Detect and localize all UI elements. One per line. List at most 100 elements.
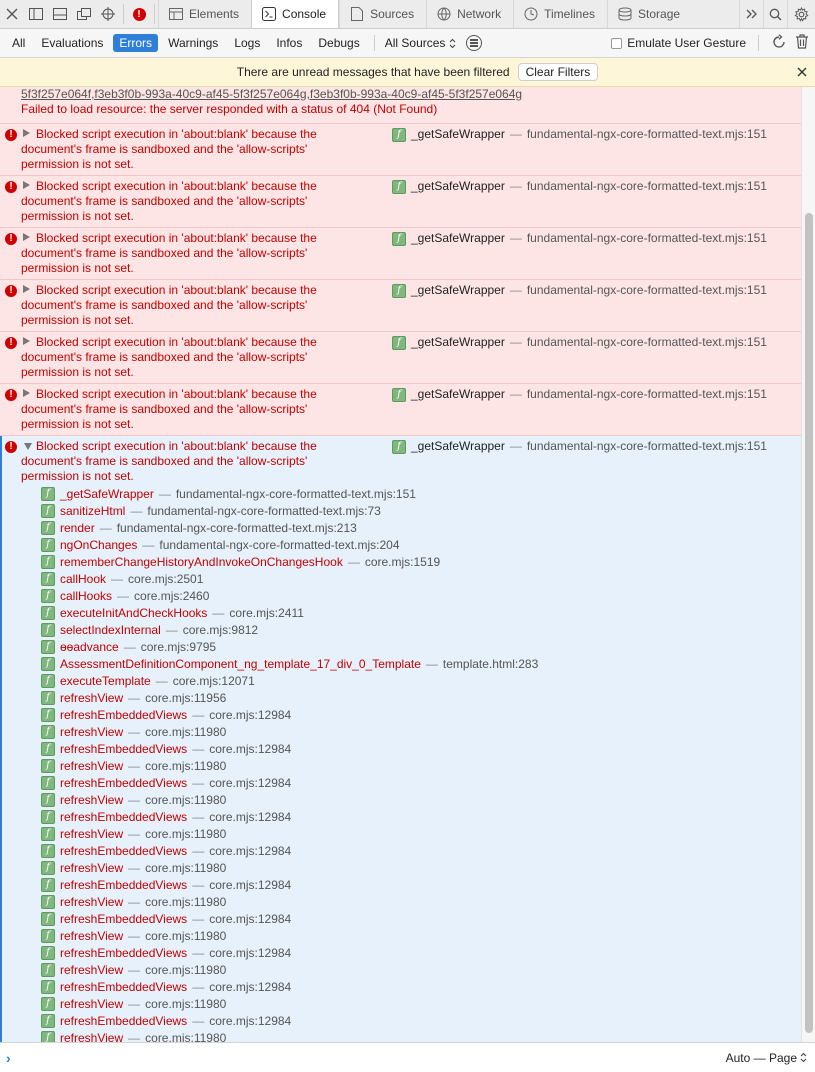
- error-source-location[interactable]: f _getSafeWrapper — fundamental-ngx-core-fo…: [392, 335, 767, 350]
- emulate-user-gesture-checkbox[interactable]: [611, 37, 623, 49]
- filter-errors-button[interactable]: Errors: [113, 34, 159, 52]
- filter-infos-button[interactable]: Infos: [270, 34, 308, 52]
- tab-storage[interactable]: Storage: [607, 0, 692, 28]
- stack-frame[interactable]: f sanitizeHtml — fundamental-ngx-core-forma…: [41, 502, 801, 519]
- stack-frame[interactable]: f refreshView — core.mjs:11980: [41, 791, 801, 808]
- stack-frame-location[interactable]: core.mjs:11980: [145, 759, 226, 773]
- error-source-location[interactable]: f _getSafeWrapper — fundamental-ngx-core-fo…: [392, 283, 767, 298]
- stack-frame[interactable]: f refreshEmbeddedViews — core.mjs:12984: [41, 706, 801, 723]
- stack-frame-function[interactable]: sanitizeHtml: [60, 504, 125, 518]
- function-name[interactable]: _getSafeWrapper: [411, 127, 505, 142]
- inspect-element-icon[interactable]: [96, 0, 120, 28]
- stack-frame-location[interactable]: core.mjs:12984: [209, 844, 291, 858]
- function-name[interactable]: _getSafeWrapper: [411, 387, 505, 402]
- stack-frame[interactable]: f callHook — core.mjs:2501: [41, 570, 801, 587]
- error-source-location[interactable]: f _getSafeWrapper — fundamental-ngx-core-fo…: [392, 179, 767, 194]
- stack-frame-function[interactable]: AssessmentDefinitionComponent_ng_templat…: [60, 657, 421, 671]
- stack-frame[interactable]: f selectIndexInternal — core.mjs:9812: [41, 621, 801, 638]
- stack-frame[interactable]: f AssessmentDefinitionComponent_ng_templa…: [41, 655, 801, 672]
- stack-frame[interactable]: f refreshEmbeddedViews — core.mjs:12984: [41, 774, 801, 791]
- source-file-link[interactable]: fundamental-ngx-core-formatted-text.mjs:…: [527, 439, 767, 454]
- stack-frame[interactable]: f refreshEmbeddedViews — core.mjs:12984: [41, 842, 801, 859]
- execution-context-select[interactable]: Auto — Page: [726, 1051, 807, 1065]
- stack-frame[interactable]: f refreshView — core.mjs:11980: [41, 757, 801, 774]
- filter-evaluations-button[interactable]: Evaluations: [35, 34, 109, 52]
- function-name[interactable]: _getSafeWrapper: [411, 231, 505, 246]
- resource-url-link[interactable]: 5f3f257e064f,f3eb3f0b-993a-40c9-af45-5f3…: [21, 87, 801, 102]
- stack-frame-function[interactable]: refreshView: [60, 963, 123, 977]
- dock-left-icon[interactable]: [24, 0, 48, 28]
- function-name[interactable]: _getSafeWrapper: [411, 335, 505, 350]
- stack-frame[interactable]: f refreshView — core.mjs:11980: [41, 893, 801, 910]
- filter-logs-button[interactable]: Logs: [228, 34, 266, 52]
- error-source-location[interactable]: f _getSafeWrapper — fundamental-ngx-core-fo…: [392, 439, 767, 454]
- stack-frame[interactable]: f ngOnChanges — fundamental-ngx-core-format…: [41, 536, 801, 553]
- stack-frame-location[interactable]: core.mjs:1519: [365, 555, 440, 569]
- stack-frame-location[interactable]: core.mjs:9795: [141, 640, 216, 654]
- stack-frame-function[interactable]: refreshView: [60, 827, 123, 841]
- preserve-log-icon[interactable]: [771, 33, 787, 53]
- search-icon[interactable]: [763, 0, 787, 28]
- stack-frame-function[interactable]: rememberChangeHistoryAndInvokeOnChangesH…: [60, 555, 343, 569]
- source-file-link[interactable]: fundamental-ngx-core-formatted-text.mjs:…: [527, 127, 767, 142]
- stack-frame-function[interactable]: refreshView: [60, 691, 123, 705]
- emulate-user-gesture-toggle[interactable]: Emulate User Gesture: [611, 36, 746, 50]
- trash-icon[interactable]: [795, 34, 809, 52]
- stack-frame-location[interactable]: fundamental-ngx-core-formatted-text.mjs:…: [117, 521, 357, 535]
- stack-frame-function[interactable]: render: [60, 521, 95, 535]
- tab-elements[interactable]: Elements: [158, 0, 251, 28]
- stack-frame[interactable]: f refreshView — core.mjs:11980: [41, 995, 801, 1012]
- stack-frame[interactable]: f refreshEmbeddedViews — core.mjs:12984: [41, 978, 801, 995]
- stack-frame-function[interactable]: refreshView: [60, 861, 123, 875]
- tab-console[interactable]: Console: [251, 0, 340, 28]
- stack-frame[interactable]: f refreshEmbeddedViews — core.mjs:12984: [41, 808, 801, 825]
- stack-frame-location[interactable]: core.mjs:12984: [209, 1014, 291, 1028]
- stack-frame-location[interactable]: core.mjs:11980: [145, 827, 226, 841]
- stack-frame-function[interactable]: refreshView: [60, 793, 123, 807]
- stack-frame-function[interactable]: refreshEmbeddedViews: [60, 980, 187, 994]
- stack-frame[interactable]: f refreshEmbeddedViews — core.mjs:12984: [41, 740, 801, 757]
- error-message-row[interactable]: ! Blocked script execution in 'about:blan…: [0, 280, 801, 332]
- stack-frame-location[interactable]: core.mjs:11980: [145, 861, 226, 875]
- console-scrollbar[interactable]: [801, 87, 815, 1042]
- stack-frame[interactable]: f callHooks — core.mjs:2460: [41, 587, 801, 604]
- stack-frame-location[interactable]: core.mjs:12984: [209, 810, 291, 824]
- stack-frame-function[interactable]: callHook: [60, 572, 106, 586]
- close-icon[interactable]: [797, 64, 807, 80]
- error-message-row[interactable]: ! Blocked script execution in 'about:blan…: [0, 228, 801, 280]
- stack-frame-location[interactable]: core.mjs:11980: [145, 1031, 226, 1043]
- stack-frame[interactable]: f executeInitAndCheckHooks — core.mjs:2411: [41, 604, 801, 621]
- stack-frame-function[interactable]: ngOnChanges: [60, 538, 137, 552]
- stack-frame-function[interactable]: ɵɵadvance: [60, 640, 119, 654]
- scrollbar-thumb[interactable]: [805, 213, 813, 1033]
- stack-frame-location[interactable]: fundamental-ngx-core-formatted-text.mjs:…: [159, 538, 399, 552]
- filter-warnings-button[interactable]: Warnings: [162, 34, 224, 52]
- error-message-row[interactable]: ! Blocked script execution in 'about:blan…: [0, 176, 801, 228]
- stack-frame[interactable]: f refreshEmbeddedViews — core.mjs:12984: [41, 876, 801, 893]
- stack-frame-function[interactable]: refreshEmbeddedViews: [60, 844, 187, 858]
- error-count-icon[interactable]: !: [127, 0, 151, 28]
- stack-frame-function[interactable]: refreshEmbeddedViews: [60, 708, 187, 722]
- detach-window-icon[interactable]: [72, 0, 96, 28]
- stack-frame-location[interactable]: core.mjs:11980: [145, 929, 226, 943]
- stack-frame-location[interactable]: core.mjs:12071: [173, 674, 255, 688]
- stack-frame-location[interactable]: core.mjs:12984: [209, 946, 291, 960]
- stack-frame-location[interactable]: core.mjs:12984: [209, 912, 291, 926]
- stack-frame-function[interactable]: refreshView: [60, 1031, 123, 1043]
- stack-frame-function[interactable]: refreshView: [60, 725, 123, 739]
- stack-frame-function[interactable]: refreshView: [60, 929, 123, 943]
- more-tabs-icon[interactable]: [739, 0, 763, 28]
- dock-bottom-icon[interactable]: [48, 0, 72, 28]
- stack-frame-function[interactable]: callHooks: [60, 589, 112, 603]
- stack-frame[interactable]: f refreshView — core.mjs:11980: [41, 961, 801, 978]
- filter-debugs-button[interactable]: Debugs: [312, 34, 365, 52]
- error-source-location[interactable]: f _getSafeWrapper — fundamental-ngx-core-fo…: [392, 387, 767, 402]
- close-icon[interactable]: [0, 0, 24, 28]
- source-file-link[interactable]: fundamental-ngx-core-formatted-text.mjs:…: [527, 387, 767, 402]
- stack-frame-function[interactable]: refreshEmbeddedViews: [60, 878, 187, 892]
- stack-frame-function[interactable]: refreshView: [60, 759, 123, 773]
- stack-frame-function[interactable]: refreshEmbeddedViews: [60, 946, 187, 960]
- sources-select[interactable]: All Sources: [379, 36, 463, 50]
- function-name[interactable]: _getSafeWrapper: [411, 179, 505, 194]
- stack-frame-location[interactable]: core.mjs:11980: [145, 963, 226, 977]
